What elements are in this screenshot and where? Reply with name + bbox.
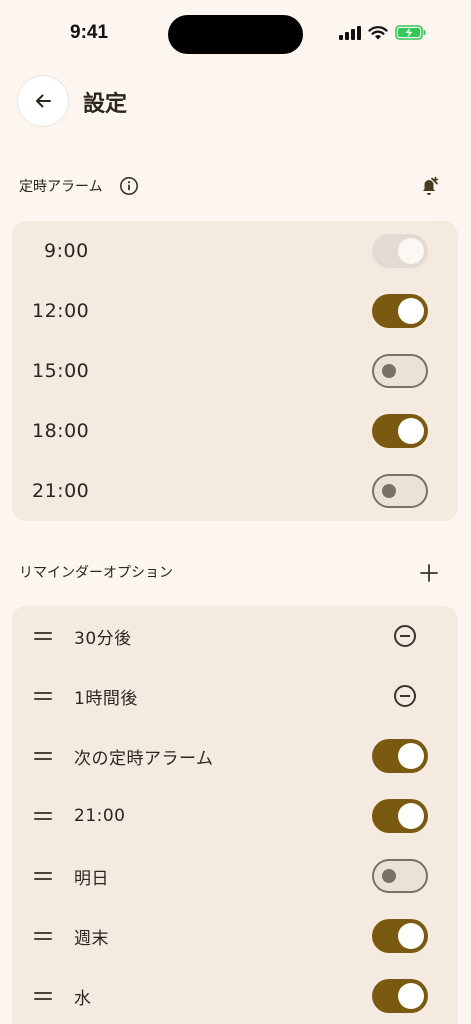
alarm-toggle[interactable] (372, 234, 428, 268)
reminder-row: 水 (12, 966, 458, 1024)
alarm-section-title: 定時アラーム (19, 179, 103, 195)
battery-charging-icon (395, 25, 426, 40)
reminder-list-card: 30分後 1時間後 次の定時アラーム 21:00 明日 週末 水 (12, 606, 458, 1024)
drag-handle-icon[interactable] (34, 931, 52, 941)
wifi-icon (368, 25, 388, 39)
reminder-toggle[interactable] (372, 799, 428, 833)
reminder-toggle[interactable] (372, 979, 428, 1013)
remove-reminder-button[interactable] (394, 625, 416, 647)
reminder-label: 30分後 (74, 628, 132, 649)
remove-reminder-button[interactable] (394, 685, 416, 707)
alarm-toggle[interactable] (372, 474, 428, 508)
alarm-row: 18:00 (12, 401, 458, 461)
back-button[interactable] (17, 75, 69, 127)
alarm-toggle[interactable] (372, 354, 428, 388)
info-icon (119, 177, 138, 195)
reminder-label: 1時間後 (74, 688, 138, 709)
alarm-time: 9:00 (44, 240, 89, 262)
status-icons (339, 25, 427, 40)
alarm-row: 9:00 (12, 221, 458, 281)
remove-circle-icon (400, 695, 410, 697)
alarm-add-icon (423, 176, 439, 195)
reminder-section-title: リマインダーオプション (19, 565, 173, 581)
reminder-label: 明日 (74, 868, 109, 889)
drag-handle-icon[interactable] (34, 751, 52, 761)
alarm-toggle[interactable] (372, 414, 428, 448)
alarm-time: 15:00 (32, 360, 90, 382)
alarm-row: 12:00 (12, 281, 458, 341)
back-arrow-icon (36, 94, 51, 108)
alarm-section-heading: 定時アラーム (19, 176, 139, 196)
alarm-time: 21:00 (32, 480, 90, 502)
reminder-toggle[interactable] (372, 739, 428, 773)
signal-icon (339, 25, 361, 40)
add-alarm-button[interactable] (417, 174, 441, 198)
alarm-row: 21:00 (12, 461, 458, 521)
status-bar: 9:41 (0, 0, 471, 70)
drag-handle-icon[interactable] (34, 871, 52, 881)
reminder-label: 週末 (74, 928, 109, 949)
reminder-row: 30分後 (12, 606, 458, 666)
reminder-toggle[interactable] (372, 859, 428, 893)
alarm-time: 12:00 (32, 300, 90, 322)
reminder-section-heading: リマインダーオプション (19, 562, 173, 582)
drag-handle-icon[interactable] (34, 691, 52, 701)
drag-handle-icon[interactable] (34, 631, 52, 641)
remove-circle-icon (400, 635, 410, 637)
reminder-toggle[interactable] (372, 919, 428, 953)
reminder-row: 明日 (12, 846, 458, 906)
status-time: 9:41 (70, 22, 109, 43)
alarm-row: 15:00 (12, 341, 458, 401)
alarm-time: 18:00 (32, 420, 90, 442)
reminder-label: 水 (74, 988, 92, 1009)
info-button[interactable] (119, 176, 139, 196)
drag-handle-icon[interactable] (34, 991, 52, 1001)
reminder-label: 21:00 (74, 806, 126, 826)
plus-icon (420, 564, 438, 582)
dynamic-island (168, 15, 303, 54)
reminder-row: 次の定時アラーム (12, 726, 458, 786)
reminder-row: 21:00 (12, 786, 458, 846)
page-title: 設定 (83, 92, 128, 117)
alarm-toggle[interactable] (372, 294, 428, 328)
reminder-row: 1時間後 (12, 666, 458, 726)
reminder-row: 週末 (12, 906, 458, 966)
alarm-list-card: 9:00 12:00 15:00 18:00 21:00 (12, 221, 458, 521)
reminder-label: 次の定時アラーム (74, 748, 214, 769)
add-reminder-button[interactable] (417, 561, 441, 585)
drag-handle-icon[interactable] (34, 811, 52, 821)
